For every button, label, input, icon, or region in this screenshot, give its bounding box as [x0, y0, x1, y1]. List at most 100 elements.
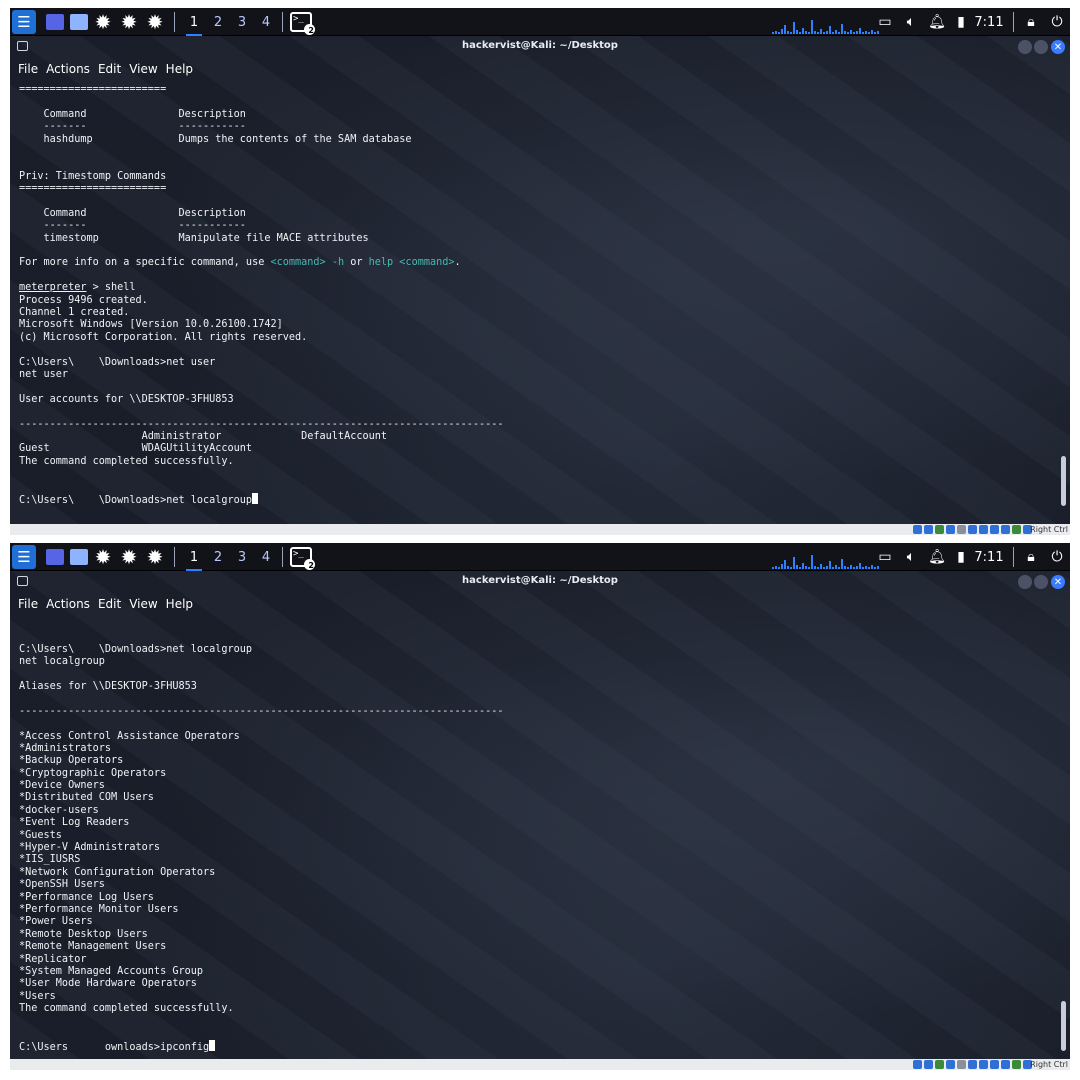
vbox-status-icon[interactable]	[913, 525, 922, 534]
terminal-line: C:\Users\ \Downloads>net localgroup	[19, 492, 1056, 506]
host-key-label: Right Ctrl	[1030, 525, 1068, 534]
vbox-status-icon[interactable]	[1001, 525, 1010, 534]
terminal-window: hackervist@Kali: ~/Desktop ✕ File Action…	[10, 571, 1070, 1059]
lock-icon[interactable]: 🔒︎	[1022, 8, 1040, 36]
gear-icon[interactable]: ✹	[144, 8, 166, 36]
battery-icon[interactable]: ▮	[952, 543, 970, 571]
workspace-1[interactable]: 1	[184, 8, 204, 36]
vbox-status-icons	[913, 1060, 1032, 1069]
terminal-icon[interactable]: >_ 2	[290, 12, 315, 35]
battery-icon[interactable]: ▮	[952, 8, 970, 36]
menu-edit[interactable]: Edit	[98, 597, 121, 611]
kali-menu-icon[interactable]: ☰	[12, 545, 36, 569]
scrollbar-thumb[interactable]	[1061, 456, 1066, 506]
display-icon[interactable]: ▭	[876, 8, 894, 36]
menu-file[interactable]: File	[18, 597, 38, 611]
scrollbar-thumb[interactable]	[1061, 1001, 1066, 1051]
volume-icon[interactable]: 🔈︎	[902, 8, 920, 36]
vbox-status-icon[interactable]	[968, 525, 977, 534]
window-titlebar: hackervist@Kali: ~/Desktop ✕	[10, 36, 1070, 58]
workspace-2[interactable]: 2	[208, 543, 228, 571]
gear-icon[interactable]: ✹	[118, 8, 140, 36]
vbox-status-icon[interactable]	[946, 1060, 955, 1069]
clock[interactable]: 7:11	[972, 8, 1006, 36]
vbox-status-icon[interactable]	[924, 1060, 933, 1069]
close-button[interactable]: ✕	[1051, 575, 1065, 589]
vbox-status-icon[interactable]	[979, 525, 988, 534]
vbox-status-icon[interactable]	[1012, 525, 1021, 534]
vbox-status-icon[interactable]	[1012, 1060, 1021, 1069]
kali-menu-icon[interactable]: ☰	[12, 10, 36, 34]
vbox-status-icon[interactable]	[913, 1060, 922, 1069]
gear-icon[interactable]: ✹	[92, 8, 114, 36]
show-desktop-icon[interactable]	[46, 14, 64, 30]
terminal-line: *Hyper-V Administrators	[19, 842, 161, 854]
terminal-line: C:\Users\ \Downloads>net localgroup	[19, 643, 253, 655]
panel-separator	[282, 547, 283, 567]
terminal-line: ----------------------------------------…	[19, 418, 504, 430]
maximize-button[interactable]	[1034, 40, 1048, 54]
panel-separator	[174, 547, 175, 567]
menu-actions[interactable]: Actions	[46, 62, 90, 76]
workspace-3[interactable]: 3	[232, 8, 252, 36]
terminal-line: Priv: Timestomp Commands	[19, 170, 167, 182]
gear-icon[interactable]: ✹	[92, 543, 114, 571]
vbox-status-icon[interactable]	[979, 1060, 988, 1069]
file-manager-icon[interactable]	[70, 549, 88, 565]
minimize-button[interactable]	[1018, 575, 1032, 589]
vbox-status-icon[interactable]	[935, 525, 944, 534]
terminal-line: ========================	[19, 183, 167, 195]
cpu-graph	[772, 12, 882, 34]
terminal-line: *Event Log Readers	[19, 817, 130, 829]
lock-icon[interactable]: 🔒︎	[1022, 543, 1040, 571]
menu-view[interactable]: View	[129, 62, 157, 76]
terminal-count-badge: 2	[308, 26, 314, 35]
terminal-line: Process 9496 created.	[19, 294, 148, 306]
maximize-button[interactable]	[1034, 575, 1048, 589]
show-desktop-icon[interactable]	[46, 549, 64, 565]
gear-icon[interactable]: ✹	[144, 543, 166, 571]
terminal-icon[interactable]: >_ 2	[290, 547, 315, 570]
workspace-2[interactable]: 2	[208, 8, 228, 36]
terminal-line: *Users	[19, 990, 56, 1002]
vbox-status-icon[interactable]	[957, 1060, 966, 1069]
workspace-4[interactable]: 4	[256, 8, 276, 36]
display-icon[interactable]: ▭	[876, 543, 894, 571]
menu-help[interactable]: Help	[166, 597, 193, 611]
close-button[interactable]: ✕	[1051, 40, 1065, 54]
workspace-4[interactable]: 4	[256, 543, 276, 571]
volume-icon[interactable]: 🔈︎	[902, 543, 920, 571]
menu-actions[interactable]: Actions	[46, 597, 90, 611]
logout-icon[interactable]: ⏻	[1048, 8, 1066, 36]
workspace-3[interactable]: 3	[232, 543, 252, 571]
menu-bar: File Actions Edit View Help	[18, 597, 193, 611]
vbox-status-icon[interactable]	[957, 525, 966, 534]
workspace-1[interactable]: 1	[184, 543, 204, 571]
menu-view[interactable]: View	[129, 597, 157, 611]
terminal-output[interactable]: C:\Users\ \Downloads>net localgroup net l…	[19, 619, 1056, 1059]
menu-file[interactable]: File	[18, 62, 38, 76]
menu-edit[interactable]: Edit	[98, 62, 121, 76]
vbox-status-icon[interactable]	[935, 1060, 944, 1069]
menu-help[interactable]: Help	[166, 62, 193, 76]
vbox-status-icon[interactable]	[990, 1060, 999, 1069]
bell-icon[interactable]: 🔔︎	[928, 543, 946, 571]
vbox-status-icon[interactable]	[946, 525, 955, 534]
vbox-status-icon[interactable]	[924, 525, 933, 534]
file-manager-icon[interactable]	[70, 14, 88, 30]
clock[interactable]: 7:11	[972, 543, 1006, 571]
vbox-status-icon[interactable]	[968, 1060, 977, 1069]
bell-icon[interactable]: 🔔︎	[928, 8, 946, 36]
minimize-button[interactable]	[1018, 40, 1032, 54]
terminal-output[interactable]: ======================== Command Descrip…	[19, 84, 1056, 524]
vbox-status-icon[interactable]	[1001, 1060, 1010, 1069]
logout-icon[interactable]: ⏻	[1048, 543, 1066, 571]
gear-icon[interactable]: ✹	[118, 543, 140, 571]
vbox-status-icon[interactable]	[990, 525, 999, 534]
